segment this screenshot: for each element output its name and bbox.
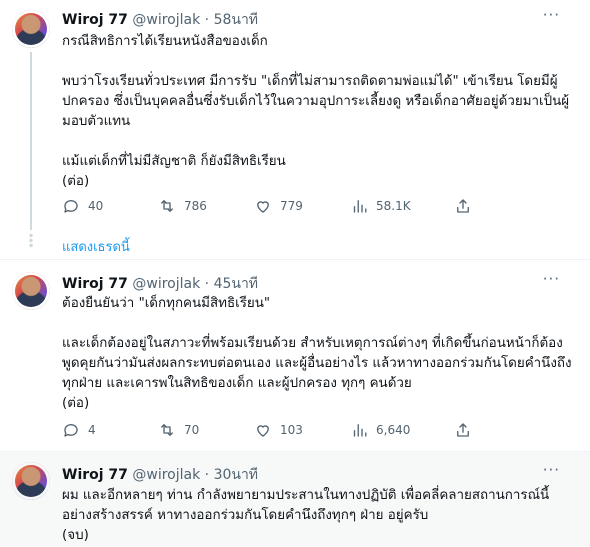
more-icon[interactable]: ···	[543, 270, 560, 288]
like-icon	[257, 201, 269, 213]
like-count: 779	[280, 199, 303, 213]
retweet-button[interactable]: 70	[158, 420, 254, 440]
reply-button[interactable]: 4	[62, 420, 158, 440]
share-icon	[457, 423, 469, 437]
reply-button[interactable]: 40	[62, 196, 158, 216]
author-name[interactable]: Wiroj 77	[62, 467, 128, 483]
tweet-time[interactable]: 45นาที	[214, 276, 258, 292]
retweet-icon	[161, 200, 173, 212]
reply-icon	[64, 200, 78, 213]
view-count: 6,640	[376, 423, 411, 437]
tweet-text: ต้องยืนยันว่า "เด็กทุกคนมีสิทธิเรียน" แล…	[62, 296, 572, 411]
views-button[interactable]: 6,640	[350, 420, 454, 440]
tweet-2[interactable]: Wiroj 77 @wirojlak · 45นาที ··· ต้องยืนย…	[0, 260, 590, 450]
avatar[interactable]	[12, 272, 50, 310]
thread-dots	[29, 233, 33, 249]
share-button[interactable]	[454, 196, 472, 216]
tweet-text: กรณีสิทธิการได้เรียนหนังสือของเด็ก พบว่า…	[62, 34, 570, 189]
reply-icon	[64, 424, 78, 437]
reply-count: 40	[88, 199, 104, 213]
more-icon[interactable]: ···	[543, 6, 560, 24]
tweet-text: ผม และอีกหลายๆ ท่าน กำลังพยายามประสานในท…	[62, 488, 550, 543]
like-icon	[257, 425, 269, 437]
tweet-1[interactable]: Wiroj 77 @wirojlak · 58นาที ··· กรณีสิทธ…	[0, 0, 590, 232]
avatar[interactable]	[12, 462, 50, 500]
share-icon	[457, 199, 469, 213]
share-button[interactable]	[454, 420, 472, 440]
view-count: 58.1K	[376, 199, 411, 213]
views-icon	[353, 200, 367, 213]
show-thread-link[interactable]: แสดงเธรดนี้	[62, 236, 130, 257]
avatar[interactable]	[12, 10, 50, 48]
tweet-3[interactable]: Wiroj 77 @wirojlak · 30นาที ··· ผม และอี…	[0, 452, 590, 547]
author-name[interactable]: Wiroj 77	[62, 12, 128, 28]
views-icon	[353, 424, 367, 437]
like-button[interactable]: 779	[254, 196, 350, 216]
like-count: 103	[280, 423, 303, 437]
retweet-count: 786	[184, 199, 207, 213]
reply-count: 4	[88, 423, 96, 437]
retweet-icon	[161, 424, 173, 436]
like-button[interactable]: 103	[254, 420, 350, 440]
retweet-count: 70	[184, 423, 200, 437]
tweet-header: Wiroj 77 @wirojlak · 30นาที	[62, 467, 259, 483]
tweet-actions: 4 70 103 6,640	[62, 420, 492, 440]
author-handle[interactable]: @wirojlak	[132, 467, 200, 483]
views-button[interactable]: 58.1K	[350, 196, 454, 216]
author-name[interactable]: Wiroj 77	[62, 276, 128, 292]
tweet-header: Wiroj 77 @wirojlak · 58นาที	[62, 12, 259, 28]
author-handle[interactable]: @wirojlak	[132, 276, 200, 292]
tweet-header: Wiroj 77 @wirojlak · 45นาที	[62, 276, 259, 292]
tweet-time[interactable]: 58นาที	[214, 12, 258, 28]
tweet-time[interactable]: 30นาที	[214, 467, 258, 483]
retweet-button[interactable]: 786	[158, 196, 254, 216]
more-icon[interactable]: ···	[543, 461, 560, 479]
tweet-actions: 40 786 779 58.1K	[62, 196, 492, 216]
thread-line	[30, 52, 32, 230]
author-handle[interactable]: @wirojlak	[132, 12, 200, 28]
